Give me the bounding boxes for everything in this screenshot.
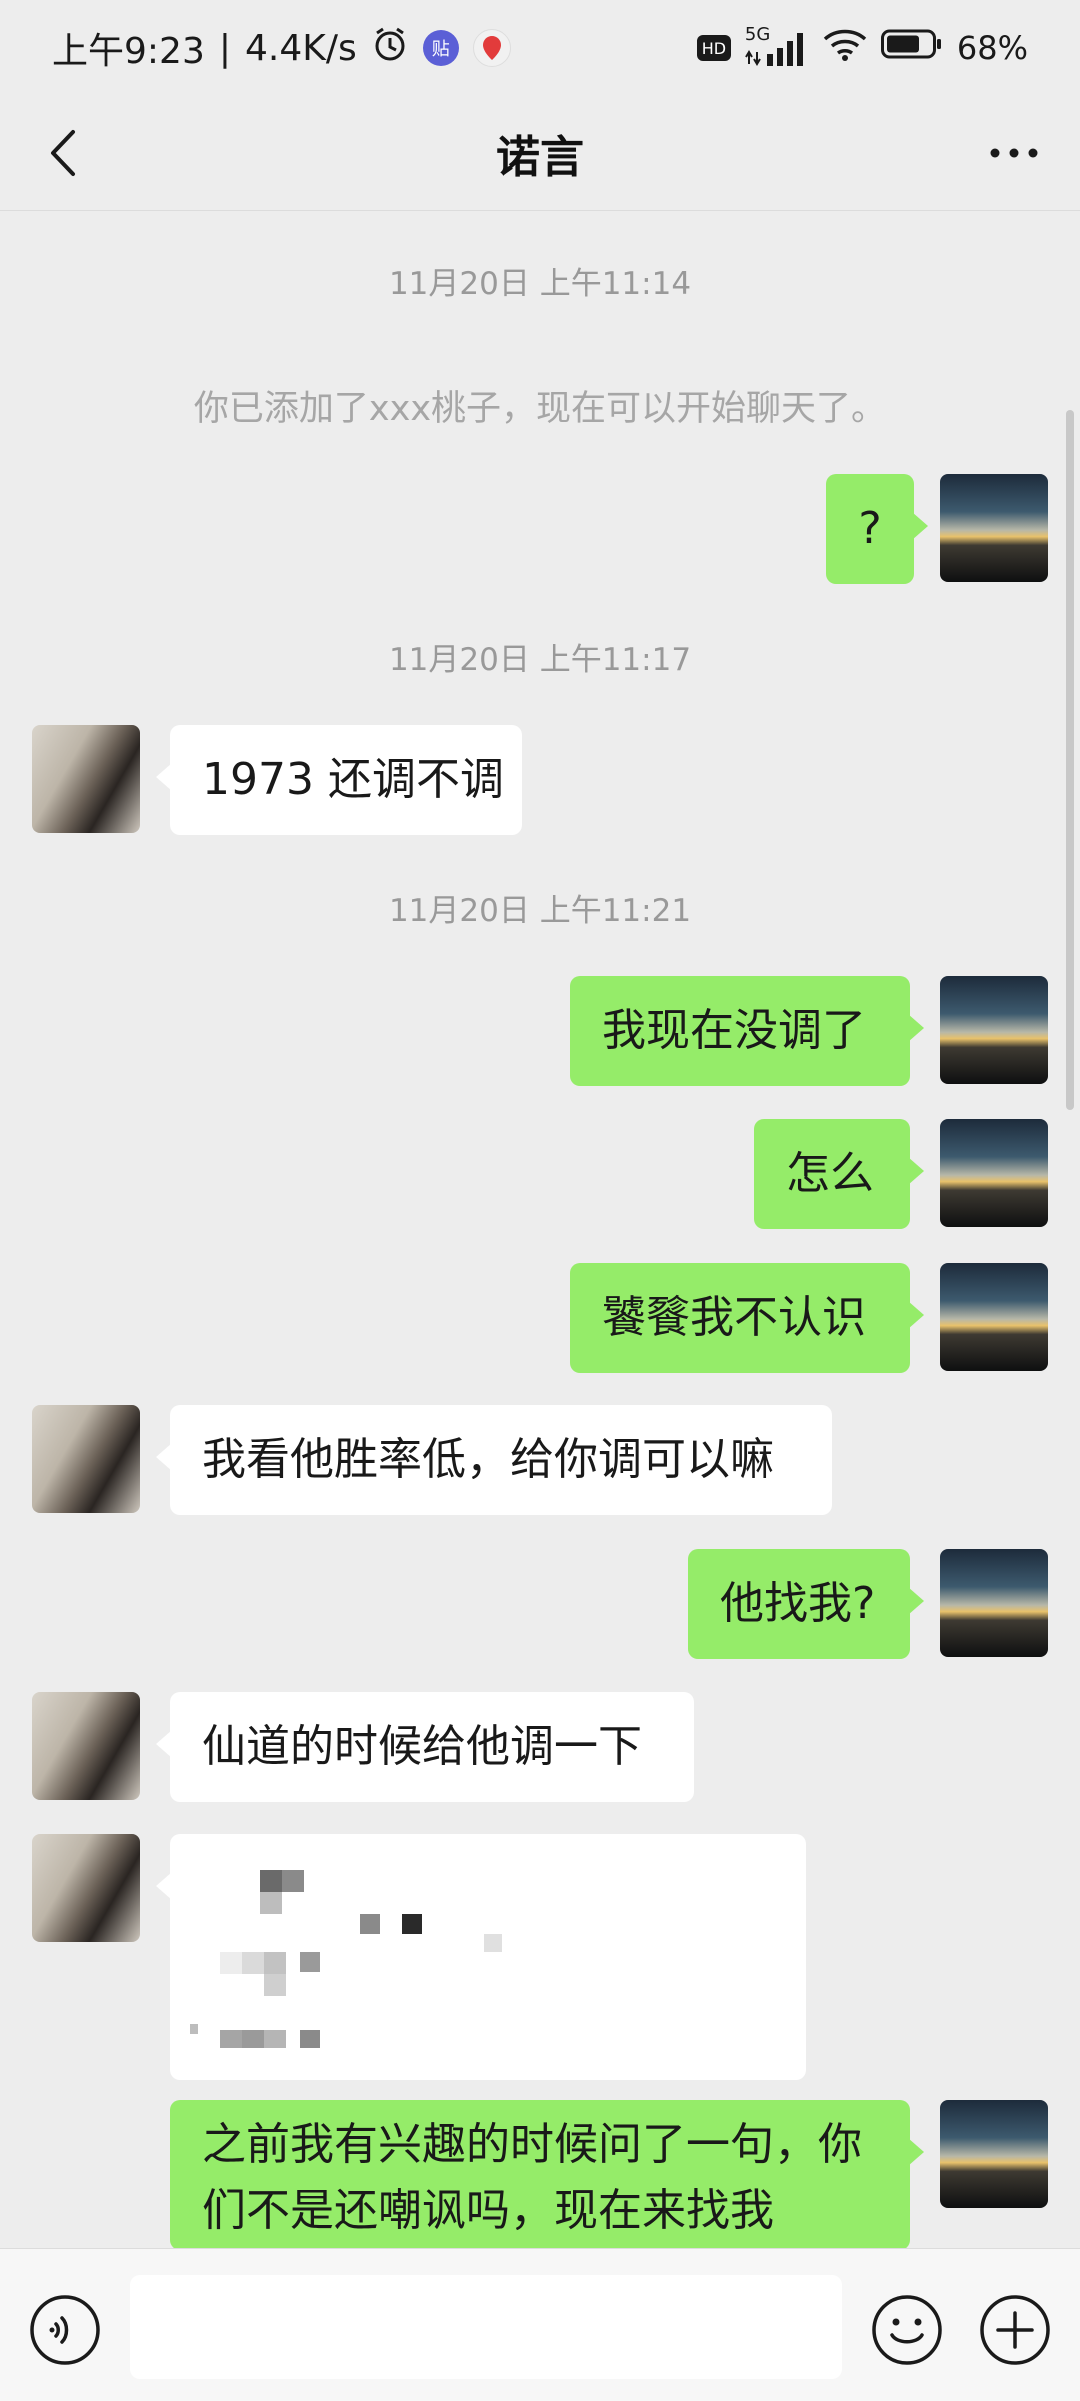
timestamp: 11月20日 上午11:21 (388, 893, 692, 929)
more-dots-icon (990, 148, 1038, 158)
chat-header: 诺言 (0, 95, 1080, 211)
battery-percent: 68% (956, 29, 1028, 67)
status-bar: 上午9:23 | 4.4K/s 贴 HD 5G 68% (0, 0, 1080, 95)
timestamp: 11月20日 上午11:14 (388, 266, 692, 302)
my-avatar[interactable] (940, 474, 1048, 582)
status-time: 上午9:23 (52, 31, 205, 72)
voice-icon (30, 2295, 100, 2365)
my-avatar[interactable] (940, 1119, 1048, 1227)
my-message-bubble[interactable]: 饕餮我不认识 (570, 1263, 924, 1373)
hd-icon: HD (696, 35, 731, 61)
contact-message-bubble[interactable]: 1973 还调不调 (156, 725, 522, 835)
input-bar (0, 2248, 1080, 2401)
my-avatar[interactable] (940, 2100, 1048, 2208)
my-avatar[interactable] (940, 1549, 1048, 1657)
wifi-icon (823, 27, 867, 69)
my-message-bubble[interactable]: ? (826, 474, 928, 584)
emoji-icon (872, 2295, 942, 2365)
my-avatar[interactable] (940, 1263, 1048, 1371)
contact-avatar[interactable] (32, 1834, 140, 1942)
more-functions-button[interactable] (978, 2293, 1052, 2367)
contact-message-bubble[interactable]: 我看他胜率低，给你调可以嘛 (156, 1405, 832, 1515)
redacted-message-bubble[interactable] (156, 1834, 806, 2080)
status-right: HD 5G 68% (696, 22, 1028, 74)
contact-avatar[interactable] (32, 725, 140, 833)
plus-icon (980, 2295, 1050, 2365)
status-left: 上午9:23 | 4.4K/s 贴 (52, 22, 511, 74)
chat-title: 诺言 (496, 132, 584, 183)
my-message-bubble[interactable]: 我现在没调了 (570, 976, 924, 1086)
system-message: 你已添加了xxx桃子，现在可以开始聊天了。 (193, 389, 887, 429)
battery-icon (880, 28, 943, 68)
contact-avatar[interactable] (32, 1692, 140, 1800)
my-message-bubble[interactable]: 他找我? (688, 1549, 924, 1659)
message-input[interactable] (130, 2275, 842, 2379)
voice-input-button[interactable] (28, 2293, 102, 2367)
contact-message-bubble[interactable]: 仙道的时候给他调一下 (156, 1692, 694, 1802)
my-message-bubble[interactable]: 之前我有兴趣的时候问了一句，你们不是还嘲讽吗，现在来找我 (170, 2100, 924, 2250)
timestamp: 11月20日 上午11:17 (388, 642, 692, 678)
signal-icon: 5G (745, 24, 809, 68)
chat-scrollbar[interactable] (1066, 410, 1074, 1110)
my-avatar[interactable] (940, 976, 1048, 1084)
more-options-button[interactable] (974, 120, 1054, 186)
emoji-button[interactable] (870, 2293, 944, 2367)
map-notification-icon (472, 29, 511, 67)
pixelated-redaction (190, 1870, 502, 2048)
status-net-speed: 4.4K/s (244, 27, 357, 69)
my-message-bubble[interactable]: 怎么 (754, 1119, 924, 1229)
contact-avatar[interactable] (32, 1405, 140, 1513)
status-separator: | (218, 27, 231, 69)
alarm-icon (371, 25, 409, 72)
app-notification-icon: 贴 (422, 30, 459, 66)
